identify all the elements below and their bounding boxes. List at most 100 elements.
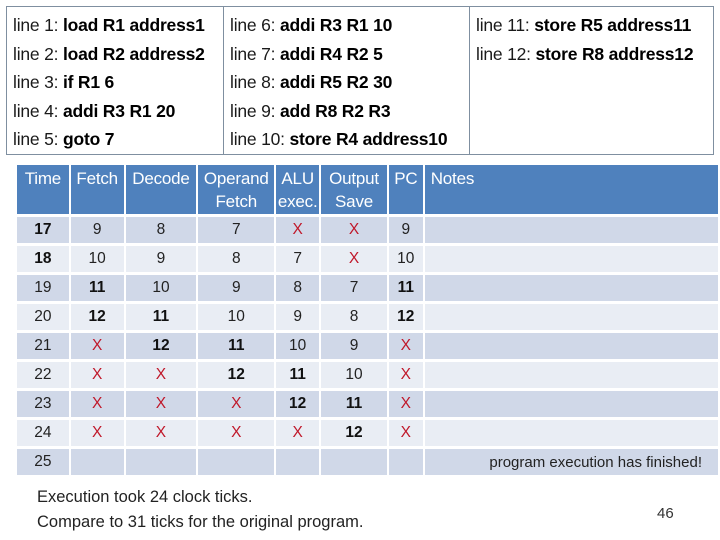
cell-output-save: 11 — [321, 391, 387, 417]
line-number-label: line 8: — [230, 72, 280, 92]
cell-output-save: 12 — [321, 420, 387, 446]
cell-pc: X — [388, 420, 423, 446]
table-row: 18 10 9 8 7 X 10 — [17, 246, 718, 272]
cell-pc: 10 — [388, 246, 423, 272]
cell-fetch: 12 — [70, 304, 124, 330]
code-line: line 1: load R1 address1 — [13, 11, 223, 40]
header-decode: Decode — [125, 165, 197, 214]
instruction-text: if R1 6 — [62, 72, 115, 92]
cell-output-save: 10 — [321, 362, 387, 388]
cell-notes — [424, 304, 718, 330]
cell-pc: 11 — [388, 275, 423, 301]
table-row: 21 X 12 11 10 9 X — [17, 333, 718, 359]
cell-alu-exec: 8 — [276, 275, 320, 301]
table-row: 24 X X X X 12 X — [17, 420, 718, 446]
cell-notes — [424, 217, 718, 243]
cell-output-save: 9 — [321, 333, 387, 359]
instruction-text: add R8 R2 R3 — [279, 100, 391, 121]
cell-time: 18 — [17, 246, 69, 272]
cell-decode: 10 — [125, 275, 197, 301]
line-number-label: line 4: — [13, 100, 63, 121]
pipeline-table: Time Fetch Decode Operand Fetch ALU exec. … — [15, 162, 720, 478]
code-line: line 11: store R5 address11 — [476, 11, 713, 40]
instruction-text: goto 7 — [62, 129, 115, 149]
cell-alu-exec: 9 — [276, 304, 320, 330]
cell-fetch — [70, 449, 124, 475]
cell-fetch: X — [70, 420, 124, 446]
cell-pc: X — [388, 391, 423, 417]
cell-notes — [424, 333, 718, 359]
cell-time: 21 — [17, 333, 69, 359]
line-number-label: line 9: — [230, 100, 280, 121]
cell-operand-fetch: 7 — [198, 217, 275, 243]
code-column-2: line 6: addi R3 R1 10 line 7: addi R4 R2 … — [223, 7, 469, 154]
cell-decode: 8 — [125, 217, 197, 243]
cell-decode — [125, 449, 197, 475]
code-line: line 3: if R1 6 — [13, 68, 223, 97]
code-line: line 10: store R4 address10 — [230, 125, 469, 154]
cell-time: 20 — [17, 304, 69, 330]
code-line: line 2: load R2 address2 — [13, 40, 223, 69]
code-listing-box: line 1: load R1 address1 line 2: load R2 … — [6, 6, 714, 155]
table-row: 20 12 11 10 9 8 12 — [17, 304, 718, 330]
line-number-label: line 6: — [230, 15, 280, 35]
instruction-text: store R4 address10 — [289, 129, 448, 149]
cell-time: 23 — [17, 391, 69, 417]
line-number-label: line 5: — [13, 129, 63, 149]
cell-fetch: 10 — [70, 246, 124, 272]
cell-fetch: X — [70, 362, 124, 388]
cell-pc: X — [388, 333, 423, 359]
cell-operand-fetch: 9 — [198, 275, 275, 301]
instruction-text: load R2 address2 — [62, 43, 205, 64]
cell-alu-exec: 10 — [276, 333, 320, 359]
code-line: line 4: addi R3 R1 20 — [13, 97, 223, 126]
cell-fetch: 9 — [70, 217, 124, 243]
cell-decode: X — [125, 420, 197, 446]
header-time: Time — [17, 165, 69, 214]
header-output-save: Output Save — [321, 165, 387, 214]
line-number-label: line 3: — [13, 72, 63, 92]
line-number-label: line 11: — [476, 15, 535, 35]
cell-alu-exec: 11 — [276, 362, 320, 388]
cell-operand-fetch — [198, 449, 275, 475]
cell-notes: program execution has finished! — [424, 449, 718, 475]
cell-alu-exec: X — [276, 217, 320, 243]
cell-decode: 12 — [125, 333, 197, 359]
cell-decode: X — [125, 362, 197, 388]
cell-output-save: 7 — [321, 275, 387, 301]
code-line: line 7: addi R4 R2 5 — [230, 40, 469, 69]
cell-operand-fetch: 12 — [198, 362, 275, 388]
line-number-label: line 7: — [230, 43, 280, 64]
code-column-3: line 11: store R5 address11 line 12: stor… — [469, 7, 713, 154]
cell-time: 24 — [17, 420, 69, 446]
cell-notes — [424, 362, 718, 388]
cell-decode: X — [125, 391, 197, 417]
header-fetch: Fetch — [70, 165, 124, 214]
header-notes: Notes — [424, 165, 718, 214]
line-number-label: line 12: — [476, 43, 536, 64]
cell-output-save: X — [321, 246, 387, 272]
cell-fetch: 11 — [70, 275, 124, 301]
cell-output-save: X — [321, 217, 387, 243]
cell-notes — [424, 420, 718, 446]
cell-time: 22 — [17, 362, 69, 388]
cell-alu-exec: X — [276, 420, 320, 446]
table-row: 17 9 8 7 X X 9 — [17, 217, 718, 243]
cell-notes — [424, 246, 718, 272]
summary-line-compare: Compare to 31 ticks for the original pro… — [37, 513, 364, 531]
cell-fetch: X — [70, 391, 124, 417]
table-row: 22 X X 12 11 10 X — [17, 362, 718, 388]
cell-fetch: X — [70, 333, 124, 359]
cell-pc: 12 — [388, 304, 423, 330]
table-row: 25 program execution has finished! — [17, 449, 718, 475]
code-column-1: line 1: load R1 address1 line 2: load R2 … — [7, 7, 223, 154]
code-line: line 6: addi R3 R1 10 — [230, 11, 469, 40]
code-line: line 8: addi R5 R2 30 — [230, 68, 469, 97]
cell-time: 17 — [17, 217, 69, 243]
header-alu-exec: ALU exec. — [276, 165, 320, 214]
table-row: 23 X X X 12 11 X — [17, 391, 718, 417]
cell-time: 25 — [17, 449, 69, 475]
header-pc: PC — [388, 165, 423, 214]
cell-operand-fetch: X — [198, 391, 275, 417]
cell-time: 19 — [17, 275, 69, 301]
